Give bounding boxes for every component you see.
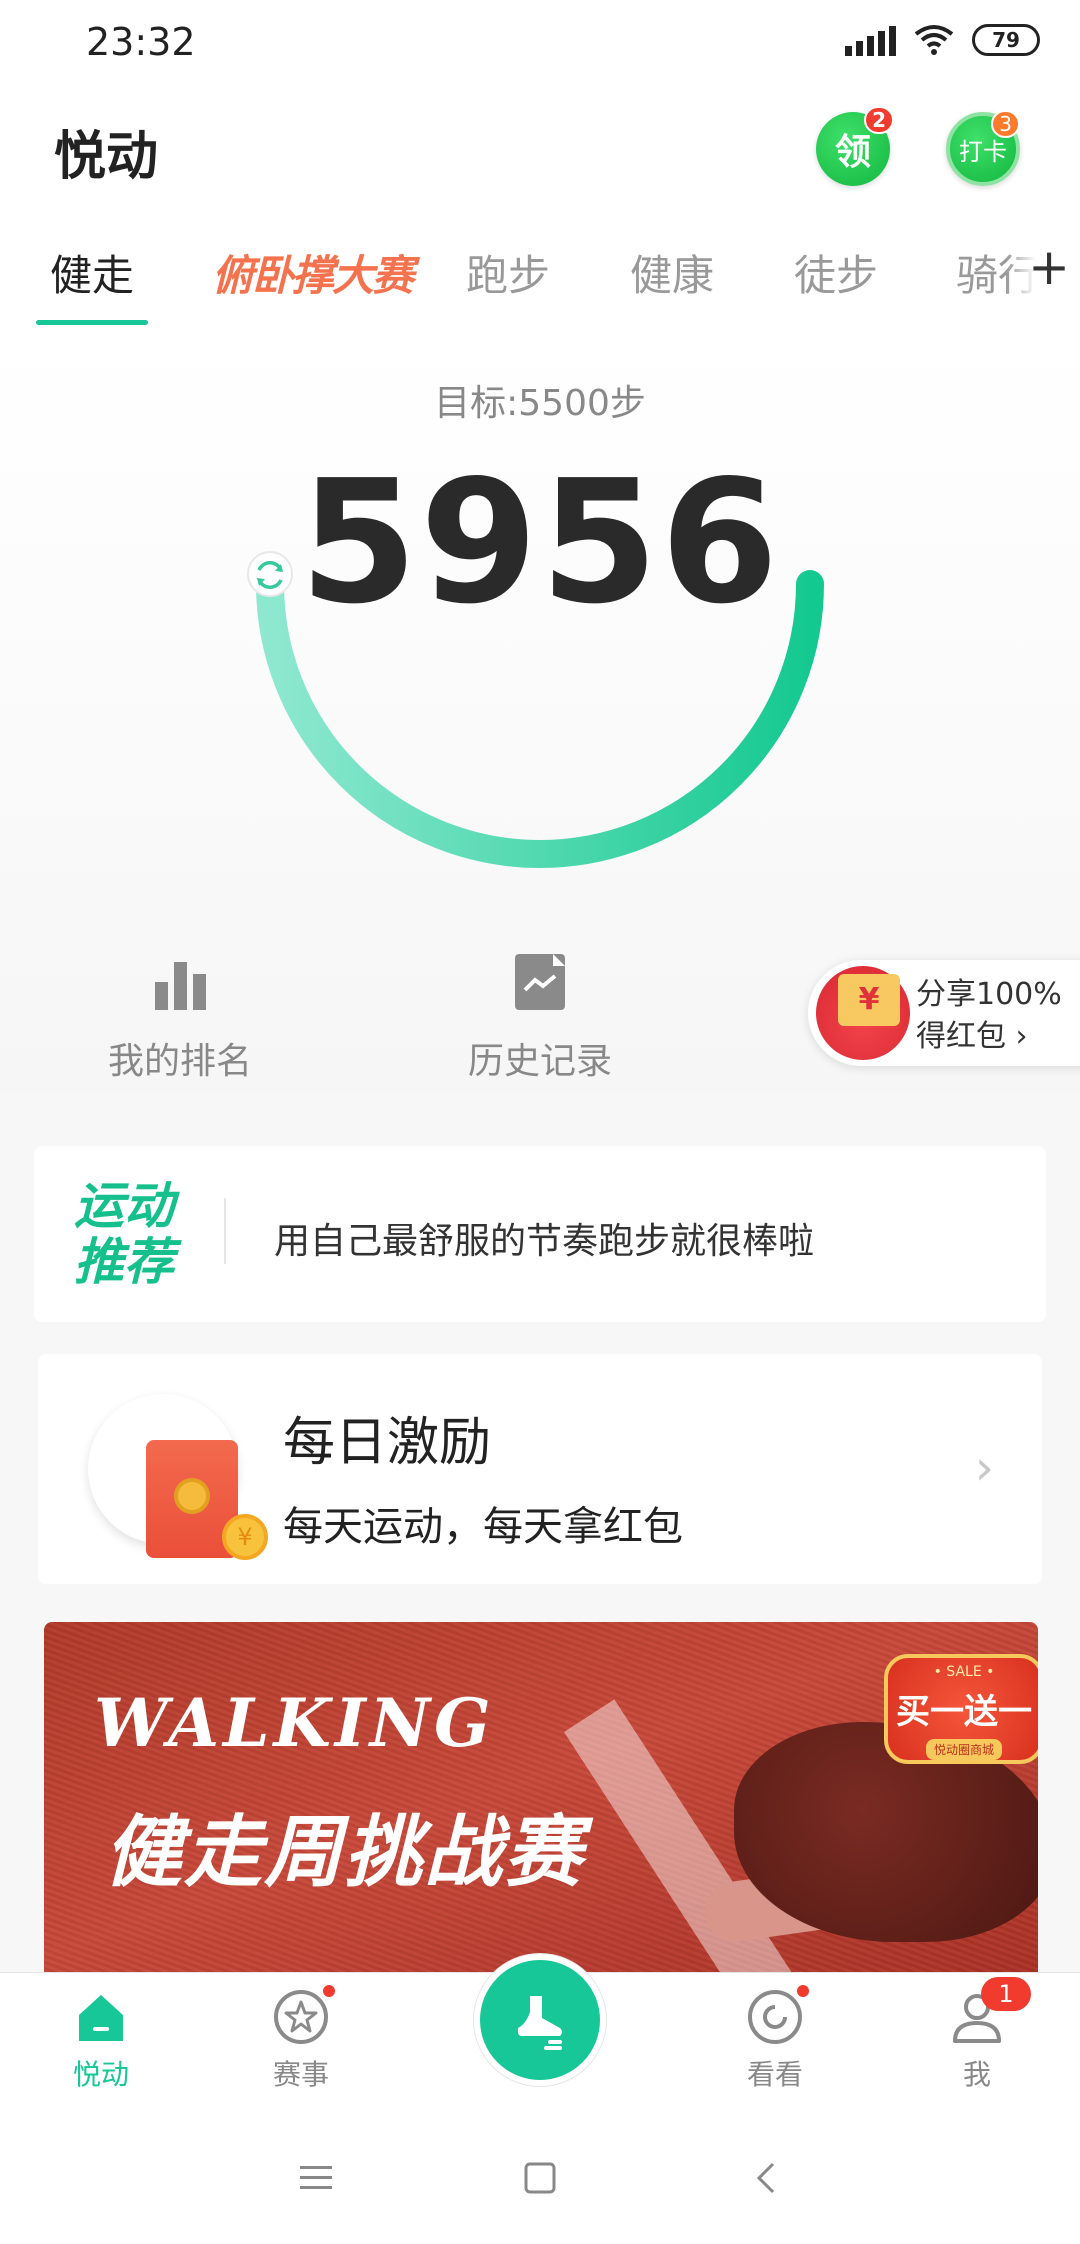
shoe-icon (518, 1996, 562, 2050)
system-navigation-bar (0, 2112, 1080, 2244)
star-badge-icon (271, 1983, 337, 2047)
red-packet-icon: ¥ (816, 966, 910, 1060)
status-icons: 79 (845, 24, 1040, 56)
claim-label: 领 (834, 132, 871, 173)
wifi-icon (914, 25, 954, 55)
add-tab-button[interactable]: + (1006, 238, 1080, 318)
nav-watch-label: 看看 (746, 2058, 803, 2091)
sale-badge-store: 悦动圈商城 (925, 1739, 1002, 1760)
exercise-recommendation-card[interactable]: 运动 推荐 用自己最舒服的节奏跑步就很棒啦 (34, 1146, 1046, 1322)
share-text: 分享100% 得红包 › (916, 974, 1062, 1058)
home-square-icon[interactable] (510, 2148, 570, 2208)
tab-hiking[interactable]: 徒步 (794, 242, 878, 303)
home-icon (71, 1987, 131, 2047)
step-goal: 目标:5500步 (434, 383, 646, 424)
history-link[interactable]: 历史记录 (420, 950, 660, 1084)
my-ranking-link[interactable]: 我的排名 (60, 950, 300, 1084)
menu-icon[interactable] (286, 2148, 346, 2208)
status-bar: 23:32 79 (0, 0, 1080, 88)
app-header: 悦动 领 2 打卡 3 (0, 88, 1080, 238)
page-title: 悦动 (54, 127, 159, 187)
checkin-button[interactable]: 打卡 3 (946, 110, 1020, 186)
battery-level: 79 (992, 28, 1020, 52)
banner-chinese-title: 健走周挑战赛 (104, 1808, 585, 1898)
sale-badge-main: 买一送一 (896, 1692, 1032, 1732)
share-line2: 得红包 › (916, 1019, 1028, 1054)
sale-badge[interactable]: • SALE • 买一送一 悦动圈商城 (884, 1654, 1038, 1764)
nav-me-label: 我 (962, 2058, 991, 2091)
events-notification-dot (321, 1983, 337, 1999)
active-tab-indicator (36, 320, 148, 325)
nav-events[interactable]: 赛事 (226, 1983, 376, 2093)
daily-reward-card[interactable]: ¥ 每日激励 每天运动，每天拿红包 › (38, 1354, 1042, 1584)
claim-badge: 2 (864, 106, 894, 134)
app-screen: 23:32 79 悦动 领 2 打卡 3 健走 俯卧撑大赛 跑步 健康 徒步 骑… (0, 0, 1080, 2244)
battery-indicator: 79 (972, 24, 1040, 56)
sport-tabs: 健走 俯卧撑大赛 跑步 健康 徒步 骑行 + (0, 238, 1080, 334)
coin-icon: ¥ (222, 1514, 268, 1560)
bar-chart-icon (150, 950, 210, 1010)
nav-home[interactable]: 悦动 (26, 1987, 176, 2093)
share-red-packet-button[interactable]: ¥ 分享100% 得红包 › (808, 960, 1080, 1066)
daily-reward-title: 每日激励 (283, 1413, 492, 1473)
back-icon[interactable] (736, 2148, 796, 2208)
history-label: 历史记录 (467, 1041, 612, 1082)
daily-reward-subtitle: 每天运动，每天拿红包 (283, 1504, 683, 1550)
tab-running[interactable]: 跑步 (466, 242, 550, 303)
tab-walking[interactable]: 健走 (50, 242, 134, 303)
currency-glyph: ¥ (838, 974, 900, 1026)
start-workout-button[interactable] (474, 1954, 606, 2086)
history-chart-icon (510, 950, 570, 1010)
checkin-badge: 3 (991, 110, 1020, 138)
user-icon: 1 (947, 1977, 1031, 2047)
my-ranking-label: 我的排名 (107, 1041, 252, 1082)
sale-badge-top: • SALE • (933, 1664, 995, 1680)
tab-health[interactable]: 健康 (630, 242, 714, 303)
tab-pushup-contest[interactable]: 俯卧撑大赛 (212, 242, 414, 303)
claim-reward-button[interactable]: 领 2 (816, 106, 894, 186)
recommendation-text: 用自己最舒服的节奏跑步就很棒啦 (274, 1221, 815, 1262)
nav-me[interactable]: 1 我 (902, 1977, 1052, 2093)
nav-home-label: 悦动 (72, 2058, 129, 2091)
signal-icon (845, 24, 896, 56)
recommendation-logo: 运动 推荐 (74, 1177, 174, 1291)
nav-watch[interactable]: 看看 (700, 1983, 850, 2093)
share-line1: 分享100% (916, 977, 1062, 1012)
me-badge: 1 (981, 1977, 1031, 2011)
chevron-right-icon: › (1015, 1019, 1028, 1054)
watch-notification-dot (795, 1983, 811, 1999)
nav-events-label: 赛事 (272, 2058, 329, 2091)
banner-english-title: WALKING (94, 1684, 495, 1762)
chevron-right-icon: › (974, 1440, 994, 1496)
divider (224, 1198, 226, 1264)
step-count: 5956 (299, 444, 781, 642)
red-envelope-icon: ¥ (88, 1394, 268, 1560)
walking-challenge-banner[interactable]: WALKING 健走周挑战赛 • SALE • 买一送一 悦动圈商城 (44, 1622, 1038, 2002)
status-time: 23:32 (86, 20, 196, 64)
watch-icon (745, 1983, 811, 2047)
